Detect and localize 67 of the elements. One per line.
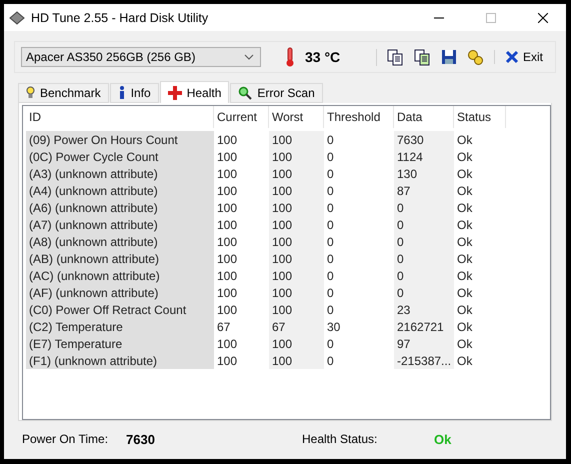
drive-dropdown[interactable]: Apacer AS350 256GB (256 GB): [21, 47, 261, 67]
table-cell: 0: [394, 216, 454, 233]
table-cell: (C2) Temperature: [26, 318, 214, 335]
table-cell: 2162721: [394, 318, 454, 335]
table-cell: 100: [269, 233, 324, 250]
tab[interactable]: Benchmark: [18, 83, 109, 103]
table-cell: 100: [269, 182, 324, 199]
table-cell: 1124: [394, 148, 454, 165]
table-cell: (F1) (unknown attribute): [26, 352, 214, 369]
table-cell: 87: [394, 182, 454, 199]
table-cell: 0: [394, 233, 454, 250]
health-status-label: Health Status:: [302, 432, 378, 446]
table-cell: 100: [269, 148, 324, 165]
table-cell: (09) Power On Hours Count: [26, 131, 214, 148]
copy-all-icon[interactable]: [414, 48, 431, 66]
close-icon[interactable]: [538, 12, 548, 22]
table-cell: (A3) (unknown attribute): [26, 165, 214, 182]
exit-button[interactable]: Exit: [494, 50, 549, 64]
table-cell: 0: [394, 284, 454, 301]
table-cell: 0: [394, 199, 454, 216]
health-status-value: Ok: [434, 432, 452, 446]
close-icon: [504, 50, 519, 64]
table-cell: (C0) Power Off Retract Count: [26, 301, 214, 318]
power-on-value: 7630: [126, 432, 156, 446]
temperature-reading: 33 °C: [305, 49, 340, 65]
table-cell: 0: [394, 250, 454, 267]
lightbulb-icon: [26, 86, 35, 100]
table-cell: 67: [269, 318, 324, 335]
table-cell: (A4) (unknown attribute): [26, 182, 214, 199]
cross-icon: [168, 86, 182, 100]
table-cell: 100: [269, 216, 324, 233]
table-cell: 0: [394, 267, 454, 284]
column-header[interactable]: Threshold: [324, 106, 394, 128]
table-cell: 100: [269, 284, 324, 301]
table-cell: 100: [269, 250, 324, 267]
table-cell: (E7) Temperature: [26, 335, 214, 352]
table-cell: 100: [269, 301, 324, 318]
table-cell: (0C) Power Cycle Count: [26, 148, 214, 165]
tab[interactable]: Health: [160, 81, 230, 103]
table-cell: 7630: [394, 131, 454, 148]
save-icon[interactable]: [440, 49, 457, 65]
tab[interactable]: Error Scan: [230, 83, 323, 103]
table-cell: 100: [269, 267, 324, 284]
table-cell: 100: [269, 165, 324, 182]
power-on-label: Power On Time:: [22, 432, 110, 446]
table-cell: 100: [269, 131, 324, 148]
table-cell: (A8) (unknown attribute): [26, 233, 214, 250]
tab[interactable]: Info: [110, 83, 159, 103]
table-cell: (AF) (unknown attribute): [26, 284, 214, 301]
column-header[interactable]: Worst: [269, 106, 324, 128]
table-cell: 100: [269, 352, 324, 369]
table-cell: 130: [394, 165, 454, 182]
table-cell: (AC) (unknown attribute): [26, 267, 214, 284]
copy-icon[interactable]: [386, 48, 404, 66]
table-cell: 97: [394, 335, 454, 352]
table-cell: (A7) (unknown attribute): [26, 216, 214, 233]
thermometer-icon: [285, 47, 295, 67]
magnifier-icon: [238, 86, 252, 100]
window-title: HD Tune 2.55 - Hard Disk Utility: [31, 10, 210, 24]
info-icon: [118, 86, 126, 100]
table-cell: 23: [394, 301, 454, 318]
table-cell: (AB) (unknown attribute): [26, 250, 214, 267]
table-cell: 100: [269, 199, 324, 216]
table-cell: (A6) (unknown attribute): [26, 199, 214, 216]
table-cell: 100: [269, 335, 324, 352]
table-cell: -215387...: [394, 352, 454, 369]
caret-icon: [244, 54, 254, 60]
